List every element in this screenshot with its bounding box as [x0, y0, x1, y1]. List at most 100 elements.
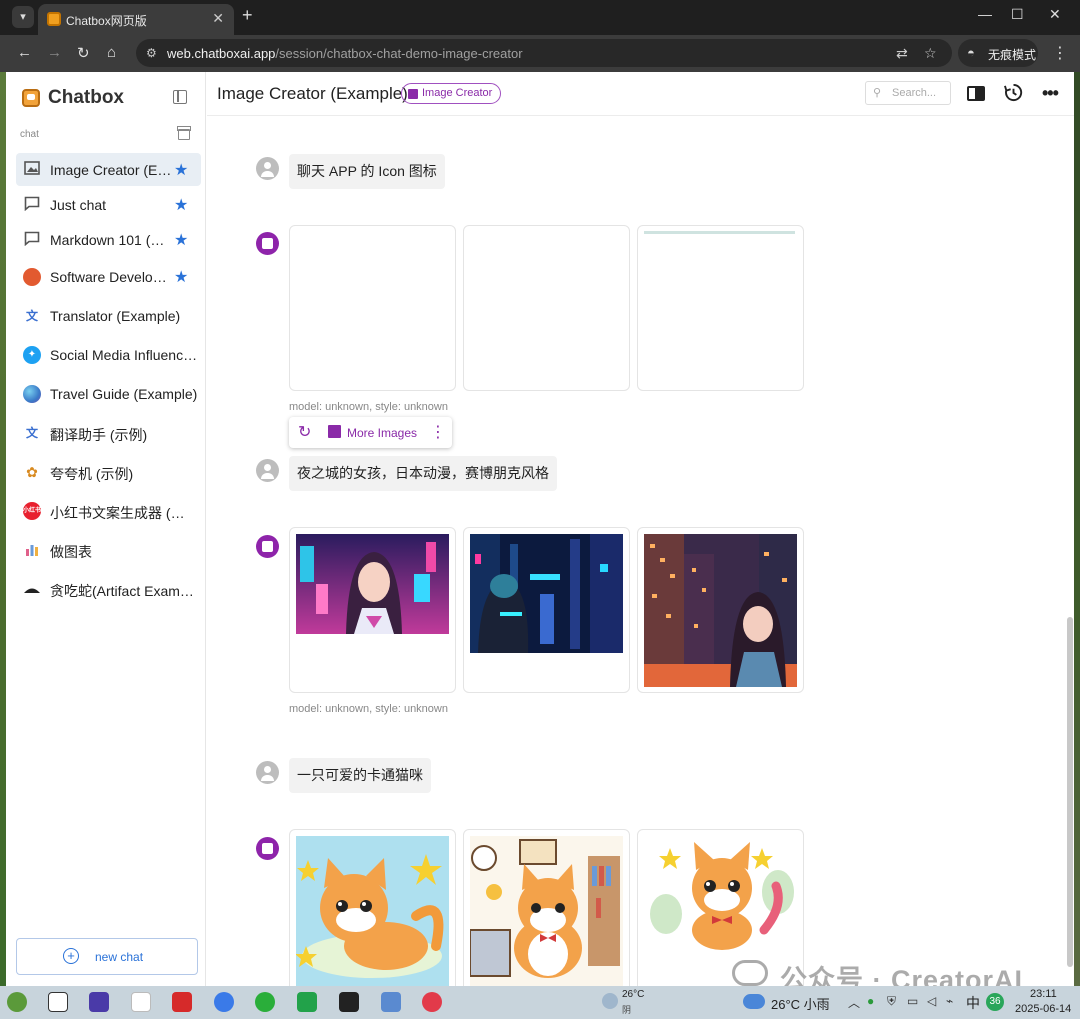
sidebar-item-just-chat[interactable]: Just chat ★ [16, 188, 201, 221]
notes-app-icon[interactable] [89, 992, 109, 1012]
image-card[interactable] [289, 829, 456, 986]
history-icon[interactable] [1004, 83, 1023, 107]
user-avatar [256, 761, 279, 784]
image-card[interactable] [463, 225, 630, 391]
tray-app-icon[interactable]: ● [867, 994, 874, 1008]
sidebar-item-fanyi[interactable]: 文 翻译助手 (示例) [16, 416, 201, 449]
image-card[interactable] [463, 829, 630, 986]
assistant-avatar [256, 535, 279, 558]
browser-tab[interactable]: Chatbox网页版 ✕ [38, 4, 234, 35]
sidebar-item-label: Translator (Example) [50, 308, 181, 324]
chevron-up-icon[interactable]: ︿ [848, 994, 860, 1011]
cartoon-cat-room-image [470, 836, 623, 986]
badge-label: Image Creator [422, 87, 493, 99]
sidebar-item-label: 贪吃蛇(Artifact Example) [50, 583, 198, 599]
translate-page-icon[interactable]: ⇄ [896, 45, 908, 62]
back-icon[interactable]: ← [17, 44, 32, 61]
section-label: chat [20, 129, 39, 140]
shield-icon[interactable]: ⛨ [887, 994, 896, 1009]
incognito-icon: ◓ [967, 45, 975, 60]
star-icon[interactable]: ★ [174, 230, 188, 250]
search-input[interactable]: ⚲ Search... [865, 81, 951, 105]
display-icon[interactable]: ▭ [907, 994, 918, 1008]
image-card[interactable] [463, 527, 630, 693]
network-icon[interactable]: ⌁ [946, 994, 953, 1008]
browser-menu-icon[interactable]: ⋮ [1052, 43, 1068, 63]
sidebar-item-social-media[interactable]: ✦ Social Media Influencer (Example) [16, 338, 201, 371]
user-avatar [256, 459, 279, 482]
archive-icon[interactable] [177, 126, 191, 140]
image-meta: model: unknown, style: unknown [289, 703, 448, 715]
widgets-icon[interactable] [7, 992, 27, 1012]
star-icon[interactable]: ★ [174, 267, 188, 287]
clock-date[interactable]: 2025-06-14 [1015, 1003, 1071, 1015]
reload-icon[interactable]: ↻ [77, 44, 90, 62]
chatbox-favicon-icon [47, 12, 61, 26]
sidebar-item-label: Social Media Influencer (Example) [50, 347, 198, 363]
star-icon[interactable]: ★ [174, 195, 188, 215]
star-icon[interactable]: ★ [174, 160, 188, 180]
brand-name: Chatbox [48, 87, 124, 108]
ime-indicator[interactable]: 中 [966, 993, 980, 1013]
sidebar-item-kuakuaji[interactable]: ✿ 夸夸机 (示例) [16, 455, 201, 488]
new-chat-button[interactable]: + new chat [16, 938, 198, 975]
sidebar-item-travel-guide[interactable]: Travel Guide (Example) [16, 377, 201, 410]
app-icon[interactable] [297, 992, 317, 1012]
sidebar-item-image-creator[interactable]: Image Creator (Example) ★ [16, 153, 201, 186]
twitter-icon: ✦ [23, 346, 41, 364]
collapse-sidebar-icon[interactable] [173, 90, 187, 104]
image-card[interactable] [637, 829, 804, 986]
sidebar-item-software-developer[interactable]: Software Developer (Example) ★ [16, 260, 201, 293]
home-icon[interactable]: ⌂ [107, 44, 116, 61]
close-tab-icon[interactable]: ✕ [212, 10, 224, 27]
clock-time[interactable]: 23:11 [1030, 988, 1057, 1000]
sidebar-item-snake[interactable]: 贪吃蛇(Artifact Example) [16, 572, 201, 605]
image-card[interactable] [289, 225, 456, 391]
url-field[interactable]: ⚙ web.chatboxai.app/session/chatbox-chat… [136, 39, 952, 67]
more-options-icon[interactable]: ••• [1042, 83, 1059, 104]
xiaohongshu-icon: 小红书 [23, 502, 41, 520]
image-icon [23, 161, 41, 179]
remote-desktop-icon[interactable] [381, 992, 401, 1012]
maximize-icon[interactable]: ☐ [1011, 6, 1024, 23]
wechat-icon[interactable] [255, 992, 275, 1012]
sidebar-item-translator[interactable]: 文 Translator (Example) [16, 299, 201, 332]
alpaca-app-icon[interactable] [48, 992, 68, 1012]
tab-search-button[interactable]: ▾ [12, 6, 34, 28]
weather-condition: 阴 [622, 1005, 632, 1015]
regenerate-icon[interactable]: ↻ [298, 422, 311, 442]
more-images-button[interactable]: More Images [347, 426, 417, 440]
forward-icon[interactable]: → [47, 44, 62, 61]
terminal-icon[interactable] [339, 992, 359, 1012]
weather-icon[interactable] [602, 993, 618, 1009]
close-window-icon[interactable]: ✕ [1049, 6, 1061, 23]
split-view-icon[interactable] [967, 86, 985, 101]
new-tab-icon[interactable]: + [242, 5, 253, 26]
sidebar-item-chart[interactable]: 做图表 [16, 533, 201, 566]
browser-icon[interactable] [214, 992, 234, 1012]
volume-icon[interactable]: ◁ [927, 994, 936, 1008]
bookmark-star-icon[interactable]: ☆ [924, 45, 937, 62]
message-menu-icon[interactable]: ⋮ [430, 422, 446, 442]
user-message: 聊天 APP 的 Icon 图标 [289, 154, 445, 189]
minimize-icon[interactable]: — [978, 6, 992, 22]
night-city-girl-image [644, 534, 797, 687]
chat-scrollbar[interactable] [1067, 617, 1073, 967]
assistant-avatar [256, 837, 279, 860]
chat-bubble-icon [23, 196, 41, 214]
wps-icon[interactable] [172, 992, 192, 1012]
sidebar-item-label: 翻译助手 (示例) [50, 427, 148, 443]
user-message: 一只可爱的卡通猫咪 [289, 758, 431, 793]
sidebar-item-xiaohongshu[interactable]: 小红书 小红书文案生成器 (示例) [16, 494, 201, 527]
app-icon[interactable] [422, 992, 442, 1012]
site-info-icon[interactable]: ⚙ [146, 46, 157, 60]
sidebar-item-markdown-101[interactable]: Markdown 101 (Example) ★ [16, 223, 201, 256]
start-grid-icon[interactable] [131, 992, 151, 1012]
image-card[interactable] [637, 527, 804, 693]
sidebar-item-label: 小红书文案生成器 (示例) [50, 505, 198, 521]
image-card[interactable] [637, 225, 804, 391]
incognito-indicator[interactable]: ◓ 无痕模式 [958, 39, 1038, 67]
tray-weather-icon[interactable] [743, 994, 765, 1009]
image-card[interactable] [289, 527, 456, 693]
notification-badge[interactable]: 36 [986, 993, 1004, 1011]
